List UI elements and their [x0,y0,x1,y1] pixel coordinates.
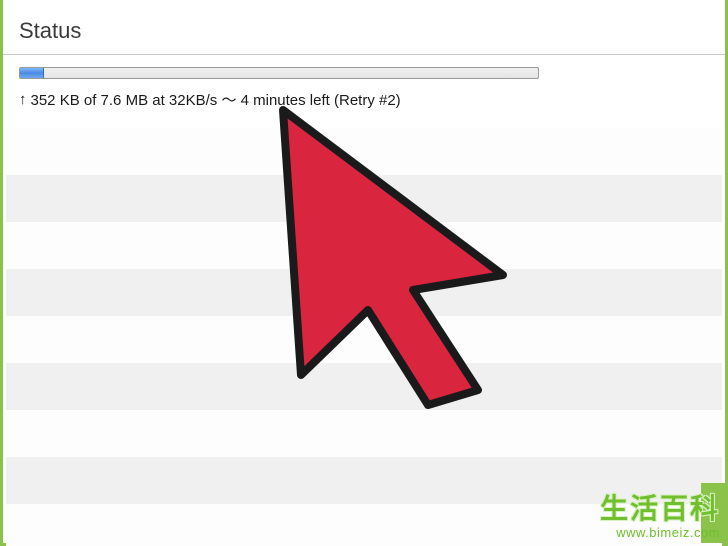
row-stripe [6,504,722,546]
striped-background [6,128,722,540]
row-stripe [6,410,722,457]
row-stripe [6,269,722,316]
status-column-header[interactable]: Status [3,0,725,55]
watermark-bar [701,483,725,543]
upload-progress-row: ↑ 352 KB of 7.6 MB at 32KB/s ～ 4 minutes… [3,55,725,120]
status-header-label: Status [19,18,81,43]
progress-bar[interactable] [19,67,539,79]
content-area: Status ↑ 352 KB of 7.6 MB at 32KB/s ～ 4 … [3,0,725,543]
progress-status-line: ↑ 352 KB of 7.6 MB at 32KB/s ～ 4 minutes… [19,89,709,110]
row-stripe [6,222,722,269]
row-stripe [6,316,722,363]
row-stripe [6,175,722,222]
upload-arrow-icon: ↑ [19,92,27,107]
progress-bar-fill [20,68,44,78]
row-stripe [6,457,722,504]
row-stripe [6,363,722,410]
row-stripe [6,128,722,175]
progress-status-text: 352 KB of 7.6 MB at 32KB/s ～ 4 minutes l… [31,89,401,110]
